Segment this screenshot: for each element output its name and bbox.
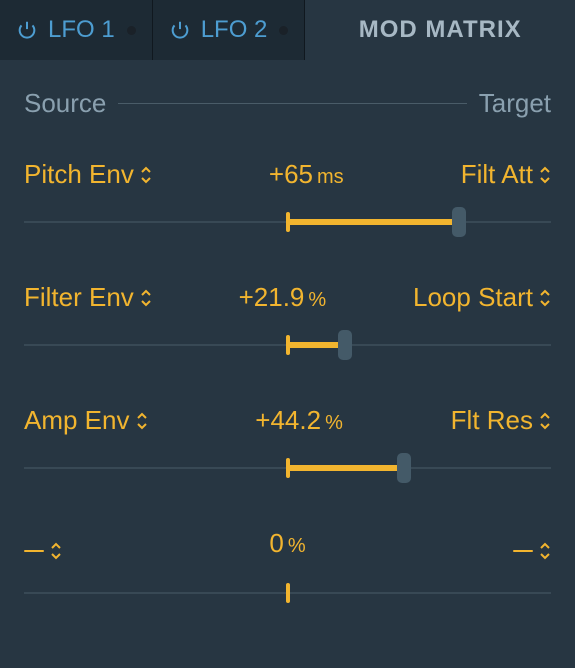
mod-matrix-panel: Source Target Pitch Env +65ms Filt Att	[0, 60, 575, 607]
tab-lfo2-label: LFO 2	[201, 16, 268, 44]
slider-fill	[288, 342, 346, 348]
tab-lfo1[interactable]: LFO 1	[0, 0, 153, 60]
mod-row: Pitch Env +65ms Filt Att	[24, 159, 551, 236]
chevron-up-down-icon	[539, 165, 551, 185]
target-label: Flt Res	[451, 405, 533, 436]
source-dropdown[interactable]: Amp Env	[24, 405, 148, 436]
amount-slider[interactable]	[24, 579, 551, 607]
chevron-up-down-icon	[539, 411, 551, 431]
slider-thumb[interactable]	[397, 453, 411, 483]
slider-center-mark	[286, 583, 290, 603]
tab-bar: LFO 1 LFO 2 MOD MATRIX	[0, 0, 575, 60]
chevron-up-down-icon	[50, 541, 62, 561]
tab-lfo2[interactable]: LFO 2	[153, 0, 306, 60]
lfo2-indicator-dot	[279, 26, 288, 35]
target-label: Loop Start	[413, 282, 533, 313]
source-label: Pitch Env	[24, 159, 134, 190]
source-label: Amp Env	[24, 405, 130, 436]
slider-thumb[interactable]	[452, 207, 466, 237]
amount-slider[interactable]	[24, 454, 551, 482]
chevron-up-down-icon	[140, 165, 152, 185]
tab-mod-matrix[interactable]: MOD MATRIX	[305, 0, 575, 60]
amount-slider[interactable]	[24, 331, 551, 359]
chevron-up-down-icon	[140, 288, 152, 308]
source-dropdown[interactable]: Filter Env	[24, 282, 152, 313]
amount-value[interactable]: 0%	[62, 528, 513, 559]
tab-lfo1-label: LFO 1	[48, 16, 115, 44]
lfo1-indicator-dot	[127, 26, 136, 35]
source-dropdown[interactable]: Pitch Env	[24, 159, 152, 190]
target-dropdown[interactable]	[513, 541, 551, 561]
amount-value[interactable]: +44.2%	[148, 405, 451, 436]
slider-thumb[interactable]	[338, 330, 352, 360]
source-dropdown[interactable]	[24, 541, 62, 561]
mod-row: 0%	[24, 528, 551, 607]
header-source: Source	[24, 88, 106, 119]
target-dropdown[interactable]: Filt Att	[461, 159, 551, 190]
power-icon	[16, 19, 38, 41]
header-row: Source Target	[24, 88, 551, 119]
slider-fill	[288, 465, 404, 471]
amount-value[interactable]: +65ms	[152, 159, 461, 190]
tab-mod-matrix-label: MOD MATRIX	[359, 16, 522, 44]
header-divider	[118, 103, 466, 104]
header-target: Target	[479, 88, 551, 119]
amount-value[interactable]: +21.9%	[152, 282, 413, 313]
source-label-empty	[24, 550, 44, 553]
source-label: Filter Env	[24, 282, 134, 313]
target-label-empty	[513, 550, 533, 553]
chevron-up-down-icon	[539, 288, 551, 308]
chevron-up-down-icon	[539, 541, 551, 561]
chevron-up-down-icon	[136, 411, 148, 431]
target-label: Filt Att	[461, 159, 533, 190]
amount-slider[interactable]	[24, 208, 551, 236]
target-dropdown[interactable]: Loop Start	[413, 282, 551, 313]
mod-row: Filter Env +21.9% Loop Start	[24, 282, 551, 359]
slider-fill	[288, 219, 459, 225]
target-dropdown[interactable]: Flt Res	[451, 405, 551, 436]
mod-row: Amp Env +44.2% Flt Res	[24, 405, 551, 482]
power-icon	[169, 19, 191, 41]
